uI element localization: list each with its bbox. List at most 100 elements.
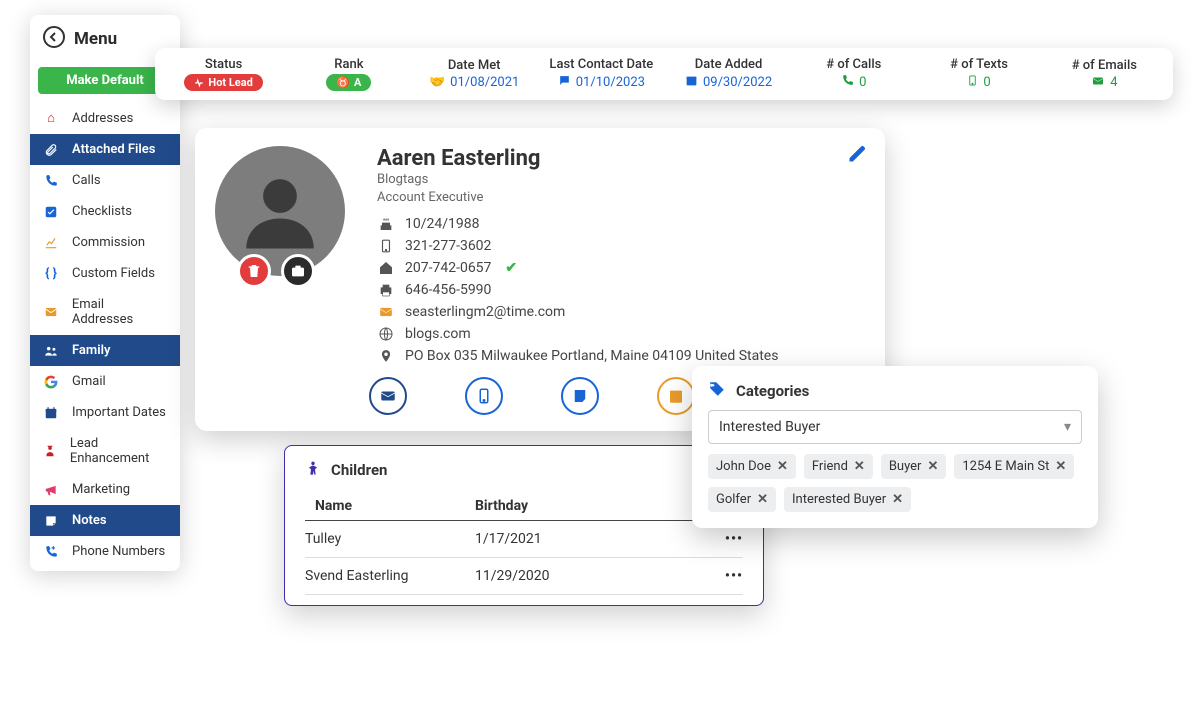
sidebar-item-label: Family <box>72 343 110 358</box>
sidebar-item-calls[interactable]: Calls <box>30 165 180 196</box>
contact-company: Blogtags <box>377 171 865 189</box>
chart-icon <box>42 236 60 250</box>
tag-icon <box>708 380 726 402</box>
home-icon: ⌂ <box>42 110 60 126</box>
category-tag[interactable]: 1254 E Main St✕ <box>954 454 1074 479</box>
sidebar-item-label: Calls <box>72 173 101 188</box>
sidebar-item-custom-fields[interactable]: { } Custom Fields <box>30 258 180 289</box>
remove-tag-icon[interactable]: ✕ <box>777 459 788 474</box>
child-row: Svend Easterling 11/29/2020 ••• <box>305 558 743 595</box>
contact-name: Aaren Easterling <box>377 146 865 171</box>
sidebar-item-checklists[interactable]: Checklists <box>30 196 180 227</box>
rank-pill[interactable]: ♉A <box>326 74 371 91</box>
sidebar-item-notes[interactable]: Notes <box>30 505 180 536</box>
sidebar-item-lead-enhancement[interactable]: Lead Enhancement <box>30 428 180 474</box>
remove-tag-icon[interactable]: ✕ <box>892 492 903 507</box>
remove-tag-icon[interactable]: ✕ <box>927 459 938 474</box>
calendar-icon <box>42 406 60 420</box>
category-tag[interactable]: Interested Buyer✕ <box>784 487 911 512</box>
category-select[interactable]: Interested Buyer ▾ <box>708 410 1082 444</box>
sidebar-item-label: Attached Files <box>72 142 155 157</box>
child-row: Tulley 1/17/2021 ••• <box>305 521 743 558</box>
sidebar-item-label: Important Dates <box>72 405 166 420</box>
stat-value: 01/10/2023 <box>576 75 645 90</box>
child-row-menu[interactable]: ••• <box>707 531 743 547</box>
child-row-menu[interactable]: ••• <box>707 568 743 584</box>
categories-title: Categories <box>736 382 809 400</box>
remove-tag-icon[interactable]: ✕ <box>757 492 768 507</box>
sidebar-item-attached-files[interactable]: Attached Files <box>30 134 180 165</box>
chat-icon <box>558 74 571 91</box>
upload-photo-button[interactable] <box>281 254 315 288</box>
back-icon[interactable] <box>42 25 66 53</box>
edit-button[interactable] <box>847 144 867 168</box>
sidebar-item-email-addresses[interactable]: Email Addresses <box>30 289 180 335</box>
category-tags: John Doe✕ Friend✕ Buyer✕ 1254 E Main St✕… <box>708 454 1082 512</box>
status-pill[interactable]: Hot Lead <box>184 74 262 91</box>
child-birthday: 11/29/2020 <box>475 568 707 584</box>
fax-icon <box>377 282 395 298</box>
sidebar-item-label: Commission <box>72 235 145 250</box>
stat-value: 0 <box>859 75 866 90</box>
menu-title: Menu <box>74 29 117 49</box>
note-action-button[interactable] <box>561 377 599 415</box>
sidebar-item-marketing[interactable]: Marketing <box>30 474 180 505</box>
child-birthday: 1/17/2021 <box>475 531 707 547</box>
delete-photo-button[interactable] <box>237 254 271 288</box>
category-tag[interactable]: Friend✕ <box>804 454 873 479</box>
email-action-button[interactable] <box>369 377 407 415</box>
categories-panel: Categories Interested Buyer ▾ John Doe✕ … <box>692 366 1098 528</box>
category-tag[interactable]: Buyer✕ <box>881 454 947 479</box>
col-birthday: Birthday <box>475 498 707 514</box>
stat-value: 4 <box>1110 75 1117 90</box>
sidebar-item-important-dates[interactable]: Important Dates <box>30 397 180 428</box>
sidebar-item-addresses[interactable]: ⌂ Addresses <box>30 102 180 134</box>
people-icon <box>42 344 60 358</box>
stat-date-met: Date Met 🤝01/08/2021 <box>424 58 524 90</box>
google-icon <box>42 375 60 389</box>
stat-value: 01/08/2021 <box>450 75 519 90</box>
handshake-icon: 🤝 <box>429 75 445 90</box>
sidebar-item-family[interactable]: Family <box>30 335 180 366</box>
paperclip-icon <box>42 143 60 157</box>
checkbox-icon <box>42 205 60 219</box>
children-title: Children <box>331 461 387 479</box>
sidebar-item-phone-numbers[interactable]: Phone Numbers <box>30 536 180 567</box>
text-action-button[interactable] <box>465 377 503 415</box>
sidebar-item-label: Marketing <box>72 482 130 497</box>
stat-calls: # of Calls 0 <box>804 57 904 91</box>
row-website: blogs.com <box>377 323 865 345</box>
stat-status: Status Hot Lead <box>174 57 274 91</box>
stat-texts: # of Texts 0 <box>929 57 1029 91</box>
category-tag[interactable]: John Doe✕ <box>708 454 796 479</box>
home-phone-icon <box>377 260 395 276</box>
verified-icon: ✔ <box>505 260 517 276</box>
row-phone1: 321-277-3602 <box>377 235 865 257</box>
stat-value: 09/30/2022 <box>703 75 772 90</box>
make-default-button[interactable]: Make Default <box>38 67 172 94</box>
megaphone-icon <box>42 483 60 497</box>
person-badge-icon <box>42 444 58 458</box>
category-tag[interactable]: Golfer✕ <box>708 487 776 512</box>
calendar-icon <box>685 74 698 91</box>
mobile-icon <box>967 74 978 91</box>
stat-label: # of Emails <box>1054 58 1154 73</box>
envelope-icon <box>377 305 395 319</box>
chevron-down-icon: ▾ <box>1064 419 1071 435</box>
contact-title: Account Executive <box>377 189 865 207</box>
stat-value: 0 <box>983 75 990 90</box>
taurus-icon: ♉ <box>336 76 350 89</box>
sidebar-item-gmail[interactable]: Gmail <box>30 366 180 397</box>
calendar-action-button[interactable] <box>657 377 695 415</box>
stat-label: # of Calls <box>804 57 904 72</box>
sidebar-item-commission[interactable]: Commission <box>30 227 180 258</box>
children-table: Name Birthday Tulley 1/17/2021 ••• Svend… <box>305 492 743 595</box>
contact-info: Aaren Easterling Blogtags Account Execut… <box>377 146 865 367</box>
row-phone2: 207-742-0657✔ <box>377 257 865 279</box>
remove-tag-icon[interactable]: ✕ <box>854 459 865 474</box>
remove-tag-icon[interactable]: ✕ <box>1055 459 1066 474</box>
braces-icon: { } <box>42 266 60 281</box>
sidebar-item-label: Custom Fields <box>72 266 155 281</box>
row-email: seasterlingm2@time.com <box>377 301 865 323</box>
note-icon <box>42 514 60 528</box>
